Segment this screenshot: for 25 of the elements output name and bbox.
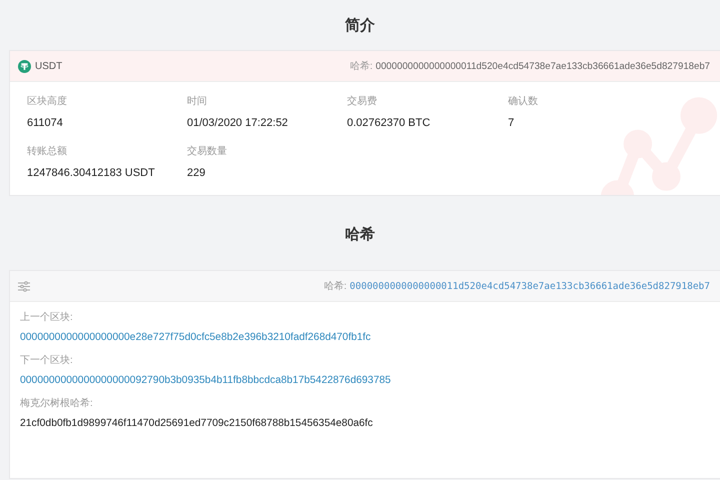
field-label: 区块高度 [27,94,68,108]
field-value: 229 [187,167,206,179]
entry-label: 梅克尔树根哈希: [20,396,94,410]
merkle-root-value: 21cf0db0fb1d9899746f11470d25691ed7709c2150f68788b15456354e80a6fc [20,418,374,429]
field-value: 01/03/2020 17:22:52 [187,117,289,129]
section-title: 简介 [344,16,376,36]
field-label: 时间 [187,94,208,108]
entry-label: 上一个区块: [20,310,74,324]
block-hash-link[interactable]: 0000000000000000000e28e727f75d0cfc5e8b2e396b3210fadf268d470fb1fc [20,332,710,343]
block-hash-link[interactable]: 0000000000000000000092790b3b0935b4b11fb8bbcdca8b17b5422876d693785 [20,375,710,386]
field-value: 1247846.30412183 USDT [27,167,156,179]
section-title: 哈希 [344,224,376,244]
field-value: 0.02762370 BTC [347,117,432,129]
hash-label: 哈希: [350,60,373,73]
field-label: 交易数量 [187,144,228,158]
entry-label: 下一个区块: [20,354,74,367]
field-label: 转账总额 [27,144,68,158]
field-value: 7 [508,117,516,129]
field-label: 交易费 [347,94,378,108]
field-label: 确认数 [508,95,539,108]
hash-link[interactable]: 0000000000000000011d520e4cd54738e7ae133cb36661ade36e5d827918eb7 [350,280,710,292]
hash-label: 哈希: [324,280,347,293]
field-value: 611074 [27,117,64,129]
coin-name: USDT [35,60,62,72]
hash-value: 0000000000000000011d520e4cd54738e7ae133cb36661ade36e5d827918eb7 [376,60,710,72]
